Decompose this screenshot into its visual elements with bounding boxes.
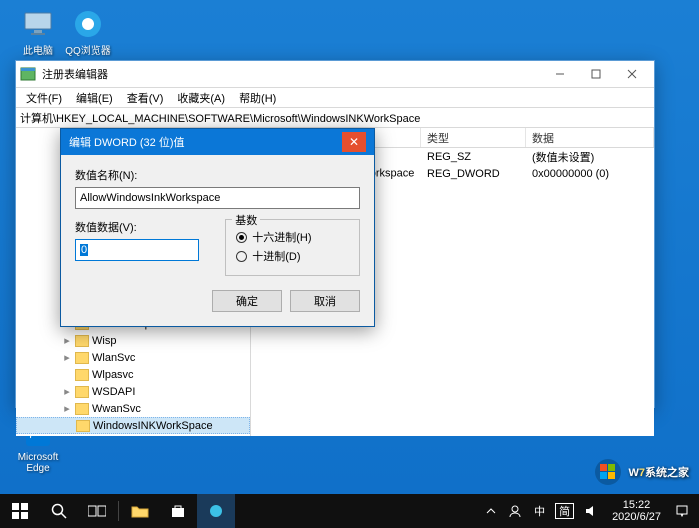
system-tray: 中 简 15:22 2020/6/27 xyxy=(482,494,699,528)
taskbar-clock[interactable]: 15:22 2020/6/27 xyxy=(606,499,667,523)
regedit-icon xyxy=(20,66,36,82)
radio-dec-label: 十进制(D) xyxy=(252,248,300,264)
qq-browser-icon xyxy=(72,8,104,40)
computer-icon xyxy=(22,8,54,40)
tree-item-label: WlanSvc xyxy=(92,352,135,364)
menu-help[interactable]: 帮助(H) xyxy=(233,88,282,108)
app-icon xyxy=(208,503,224,519)
edit-dword-dialog: 编辑 DWORD (32 位)值 ✕ 数值名称(N): AllowWindows… xyxy=(60,128,375,327)
desktop-icon-label: 此电脑 xyxy=(14,42,62,57)
speaker-icon xyxy=(584,504,598,518)
radio-hex-label: 十六进制(H) xyxy=(252,229,311,245)
tree-item-label: Wisp xyxy=(92,335,116,347)
value-name-label: 数值名称(N): xyxy=(75,167,360,183)
tree-item-selected[interactable]: WindowsINKWorkSpace xyxy=(16,417,250,434)
value-data-input[interactable]: 0 xyxy=(75,239,199,261)
radio-dec[interactable]: 十进制(D) xyxy=(236,248,349,264)
desktop-icon-qq-browser[interactable]: QQ浏览器 xyxy=(64,8,112,57)
base-fieldset: 基数 十六进制(H) 十进制(D) xyxy=(225,219,360,276)
titlebar[interactable]: 注册表编辑器 xyxy=(16,61,654,88)
tray-ime-mode[interactable]: 中 xyxy=(530,494,549,528)
maximize-button[interactable] xyxy=(578,61,614,87)
minimize-button[interactable] xyxy=(542,61,578,87)
base-legend: 基数 xyxy=(232,212,260,228)
value-data: (数值未设置) xyxy=(526,149,654,165)
radio-icon xyxy=(236,251,247,262)
search-icon xyxy=(51,503,67,519)
value-type: REG_SZ xyxy=(421,151,526,163)
dialog-title: 编辑 DWORD (32 位)值 xyxy=(69,134,342,150)
taskbar-app-store[interactable] xyxy=(159,494,197,528)
tree-item-label: WwanSvc xyxy=(92,403,141,415)
watermark: W7系统之家 xyxy=(594,458,689,486)
dialog-titlebar[interactable]: 编辑 DWORD (32 位)值 ✕ xyxy=(61,129,374,155)
radio-icon xyxy=(236,232,247,243)
desktop-icon-label: QQ浏览器 xyxy=(64,42,112,57)
tray-volume[interactable] xyxy=(580,494,602,528)
tray-chevron[interactable] xyxy=(482,494,500,528)
task-view-icon xyxy=(88,504,106,518)
tree-item[interactable]: ▸ Wisp xyxy=(16,332,250,349)
close-button[interactable] xyxy=(614,61,650,87)
taskbar-app-explorer[interactable] xyxy=(121,494,159,528)
taskbar: 中 简 15:22 2020/6/27 xyxy=(0,494,699,528)
expander-icon[interactable]: ▸ xyxy=(62,385,72,398)
folder-icon xyxy=(75,403,89,415)
menu-favorites[interactable]: 收藏夹(A) xyxy=(171,88,231,108)
ok-button[interactable]: 确定 xyxy=(212,290,282,312)
notification-icon xyxy=(675,504,689,518)
menu-edit[interactable]: 编辑(E) xyxy=(70,88,119,108)
windows-logo-icon xyxy=(594,458,622,486)
tree-item-label: WindowsINKWorkSpace xyxy=(93,420,213,432)
tree-item-label: Wlpasvc xyxy=(92,369,134,381)
folder-icon xyxy=(75,386,89,398)
tree-item-label: WSDAPI xyxy=(92,386,135,398)
column-data[interactable]: 数据 xyxy=(526,128,654,147)
menu-view[interactable]: 查看(V) xyxy=(121,88,170,108)
folder-icon xyxy=(131,504,149,518)
expander-icon[interactable]: ▸ xyxy=(62,402,72,415)
desktop-icon-label: Microsoft Edge xyxy=(14,452,62,474)
cancel-button[interactable]: 取消 xyxy=(290,290,360,312)
value-name-input[interactable]: AllowWindowsInkWorkspace xyxy=(75,187,360,209)
action-center-button[interactable] xyxy=(671,494,693,528)
folder-icon xyxy=(75,335,89,347)
taskbar-app-active[interactable] xyxy=(197,494,235,528)
tray-people[interactable] xyxy=(504,494,526,528)
tree-item[interactable]: Wlpasvc xyxy=(16,366,250,383)
people-icon xyxy=(508,504,522,518)
value-data: 0x00000000 (0) xyxy=(526,168,654,180)
value-data-label: 数值数据(V): xyxy=(75,219,199,235)
tree-item[interactable]: ▸ WwanSvc xyxy=(16,400,250,417)
clock-date: 2020/6/27 xyxy=(612,511,661,523)
task-view-button[interactable] xyxy=(78,494,116,528)
address-bar[interactable]: 计算机\HKEY_LOCAL_MACHINE\SOFTWARE\Microsof… xyxy=(16,108,654,128)
start-button[interactable] xyxy=(0,494,40,528)
expander-icon[interactable]: ▸ xyxy=(62,351,72,364)
value-type: REG_DWORD xyxy=(421,168,526,180)
windows-start-icon xyxy=(12,503,28,519)
tree-item[interactable]: ▸ WSDAPI xyxy=(16,383,250,400)
desktop-icon-this-pc[interactable]: 此电脑 xyxy=(14,8,62,57)
menu-file[interactable]: 文件(F) xyxy=(20,88,68,108)
clock-time: 15:22 xyxy=(612,499,661,511)
search-button[interactable] xyxy=(40,494,78,528)
column-type[interactable]: 类型 xyxy=(421,128,526,147)
tree-item[interactable]: ▸ WlanSvc xyxy=(16,349,250,366)
dialog-close-button[interactable]: ✕ xyxy=(342,132,366,152)
store-icon xyxy=(170,503,186,519)
menubar: 文件(F) 编辑(E) 查看(V) 收藏夹(A) 帮助(H) xyxy=(16,88,654,108)
folder-icon xyxy=(75,352,89,364)
folder-icon xyxy=(75,369,89,381)
folder-icon xyxy=(76,420,90,432)
tray-ime-lang[interactable]: 简 xyxy=(555,503,574,519)
radio-hex[interactable]: 十六进制(H) xyxy=(236,229,349,245)
window-title: 注册表编辑器 xyxy=(42,66,542,82)
chevron-up-icon xyxy=(486,506,496,516)
expander-icon[interactable]: ▸ xyxy=(62,334,72,347)
